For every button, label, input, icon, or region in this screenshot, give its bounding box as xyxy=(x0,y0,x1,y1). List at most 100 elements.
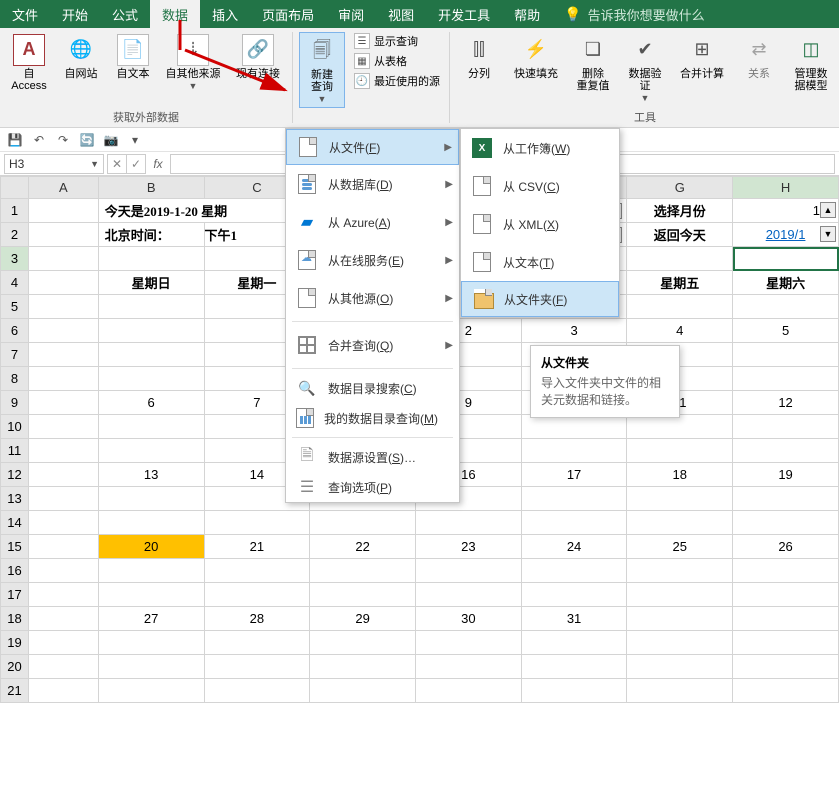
row-header-2[interactable]: 2 xyxy=(1,223,29,247)
existing-connections-button[interactable]: 🔗 现有连接 xyxy=(230,32,286,82)
enter-formula-button[interactable]: ✓ xyxy=(126,154,146,174)
cal-cell[interactable] xyxy=(733,607,839,631)
row-header-7[interactable]: 7 xyxy=(1,343,29,367)
submenu-from-csv[interactable]: 从 CSV(C) xyxy=(461,167,619,205)
qa-more-button[interactable]: ▾ xyxy=(126,131,144,149)
tab-data[interactable]: 数据 xyxy=(150,0,200,28)
data-validation-button[interactable]: ✔数据验 证▼ xyxy=(622,32,668,106)
col-header-H[interactable]: H xyxy=(733,177,839,199)
selected-cell-H3[interactable] xyxy=(733,247,839,271)
cal-cell[interactable]: 6 xyxy=(98,391,204,415)
menu-from-database[interactable]: 从数据库(D) ▶ xyxy=(286,165,459,203)
cal-cell[interactable]: 24 xyxy=(521,535,627,559)
cal-cell[interactable]: 25 xyxy=(627,535,733,559)
row-header-12[interactable]: 12 xyxy=(1,463,29,487)
cal-cell-today[interactable]: 20 xyxy=(98,535,204,559)
menu-query-options[interactable]: ☰ 查询选项(P) xyxy=(286,472,459,502)
from-table-button[interactable]: ▦从表格 xyxy=(351,52,443,70)
tab-developer[interactable]: 开发工具 xyxy=(426,0,502,28)
remove-duplicates-button[interactable]: ❏删除 重复值 xyxy=(570,32,616,94)
submenu-from-xml[interactable]: 从 XML(X) xyxy=(461,205,619,243)
row-header-17[interactable]: 17 xyxy=(1,583,29,607)
row-header-15[interactable]: 15 xyxy=(1,535,29,559)
row-header-13[interactable]: 13 xyxy=(1,487,29,511)
text-to-columns-button[interactable]: ⫿⫿分列 xyxy=(456,32,502,82)
qa-refresh-button[interactable]: 🔄 xyxy=(78,131,96,149)
cal-cell[interactable]: 4 xyxy=(627,319,733,343)
row-header-16[interactable]: 16 xyxy=(1,559,29,583)
flash-fill-button[interactable]: ⚡快速填充 xyxy=(508,32,564,82)
qa-redo-button[interactable]: ↷ xyxy=(54,131,72,149)
cal-cell[interactable]: 30 xyxy=(415,607,521,631)
row-header-19[interactable]: 19 xyxy=(1,631,29,655)
tab-help[interactable]: 帮助 xyxy=(502,0,552,28)
cal-cell[interactable]: 18 xyxy=(627,463,733,487)
row-header-18[interactable]: 18 xyxy=(1,607,29,631)
cal-cell[interactable]: 26 xyxy=(733,535,839,559)
menu-from-file[interactable]: 从文件(F) ▶ xyxy=(286,129,459,165)
consolidate-button[interactable]: ⊞合并计算 xyxy=(674,32,730,82)
cal-cell[interactable]: 13 xyxy=(98,463,204,487)
cal-cell[interactable] xyxy=(98,319,204,343)
return-today-link[interactable]: 2019/1 xyxy=(766,227,806,242)
submenu-from-workbook[interactable]: X 从工作簿(W) xyxy=(461,129,619,167)
month-spinner-down[interactable]: ▼ xyxy=(820,226,836,242)
cal-cell[interactable]: 21 xyxy=(204,535,310,559)
col-header-G[interactable]: G xyxy=(627,177,733,199)
row-header-11[interactable]: 11 xyxy=(1,439,29,463)
menu-from-other[interactable]: 从其他源(O) ▶ xyxy=(286,279,459,317)
from-other-button[interactable]: ⇣ 自其他来源 ▼ xyxy=(162,32,224,94)
qa-undo-button[interactable]: ↶ xyxy=(30,131,48,149)
menu-datasource-settings[interactable]: 🗎 数据源设置(S)… xyxy=(286,442,459,472)
submenu-from-text[interactable]: 从文本(T) xyxy=(461,243,619,281)
tab-formulas[interactable]: 公式 xyxy=(100,0,150,28)
row-header-3[interactable]: 3 xyxy=(1,247,29,271)
menu-catalog-search[interactable]: 🔍 数据目录搜索(C) xyxy=(286,373,459,403)
tab-view[interactable]: 视图 xyxy=(376,0,426,28)
cal-cell[interactable]: 27 xyxy=(98,607,204,631)
menu-merge-queries[interactable]: 合并查询(Q) ▶ xyxy=(286,326,459,364)
data-model-button[interactable]: ◫管理数 据模型 xyxy=(788,32,834,94)
row-header-4[interactable]: 4 xyxy=(1,271,29,295)
tab-review[interactable]: 审阅 xyxy=(326,0,376,28)
cal-cell[interactable]: 3 xyxy=(521,319,627,343)
menu-my-catalog[interactable]: 我的数据目录查询(M) xyxy=(286,403,459,433)
cal-cell[interactable]: 19 xyxy=(733,463,839,487)
from-web-button[interactable]: 🌐 自网站 xyxy=(58,32,104,82)
row-header-6[interactable]: 6 xyxy=(1,319,29,343)
cancel-formula-button[interactable]: ✕ xyxy=(107,154,127,174)
col-header-A[interactable]: A xyxy=(28,177,98,199)
cal-cell[interactable]: 12 xyxy=(733,391,839,415)
submenu-from-folder[interactable]: 从文件夹(F) xyxy=(461,281,619,317)
row-header-21[interactable]: 21 xyxy=(1,679,29,703)
name-box[interactable]: H3 ▼ xyxy=(4,154,104,174)
row-header-10[interactable]: 10 xyxy=(1,415,29,439)
row-header-5[interactable]: 5 xyxy=(1,295,29,319)
cal-cell[interactable]: 31 xyxy=(521,607,627,631)
tell-me-search[interactable]: 💡 告诉我你想要做什么 xyxy=(552,0,716,28)
qa-camera-button[interactable]: 📷 xyxy=(102,131,120,149)
from-access-button[interactable]: A 自 Access xyxy=(6,32,52,94)
cal-cell[interactable]: 28 xyxy=(204,607,310,631)
cal-cell[interactable]: 23 xyxy=(415,535,521,559)
tab-file[interactable]: 文件 xyxy=(0,0,50,28)
select-all-corner[interactable] xyxy=(1,177,29,199)
show-queries-button[interactable]: ☰显示查询 xyxy=(351,32,443,50)
menu-from-online[interactable]: 从在线服务(E) ▶ xyxy=(286,241,459,279)
tab-home[interactable]: 开始 xyxy=(50,0,100,28)
row-header-20[interactable]: 20 xyxy=(1,655,29,679)
month-spinner-up[interactable]: ▲ xyxy=(820,202,836,218)
qa-save-button[interactable]: 💾 xyxy=(6,131,24,149)
row-header-1[interactable]: 1 xyxy=(1,199,29,223)
cal-cell[interactable] xyxy=(627,607,733,631)
new-query-button[interactable]: 🗐 新建 查询 ▼ xyxy=(299,32,345,108)
col-header-B[interactable]: B xyxy=(98,177,204,199)
row-header-9[interactable]: 9 xyxy=(1,391,29,415)
menu-from-azure[interactable]: ▰ 从 Azure(A) ▶ xyxy=(286,203,459,241)
from-text-button[interactable]: 📄 自文本 xyxy=(110,32,156,82)
relationships-button[interactable]: ⇄关系 xyxy=(736,32,782,82)
recent-sources-button[interactable]: 🕘最近使用的源 xyxy=(351,72,443,90)
cal-cell[interactable]: 17 xyxy=(521,463,627,487)
row-header-8[interactable]: 8 xyxy=(1,367,29,391)
cal-cell[interactable]: 5 xyxy=(733,319,839,343)
